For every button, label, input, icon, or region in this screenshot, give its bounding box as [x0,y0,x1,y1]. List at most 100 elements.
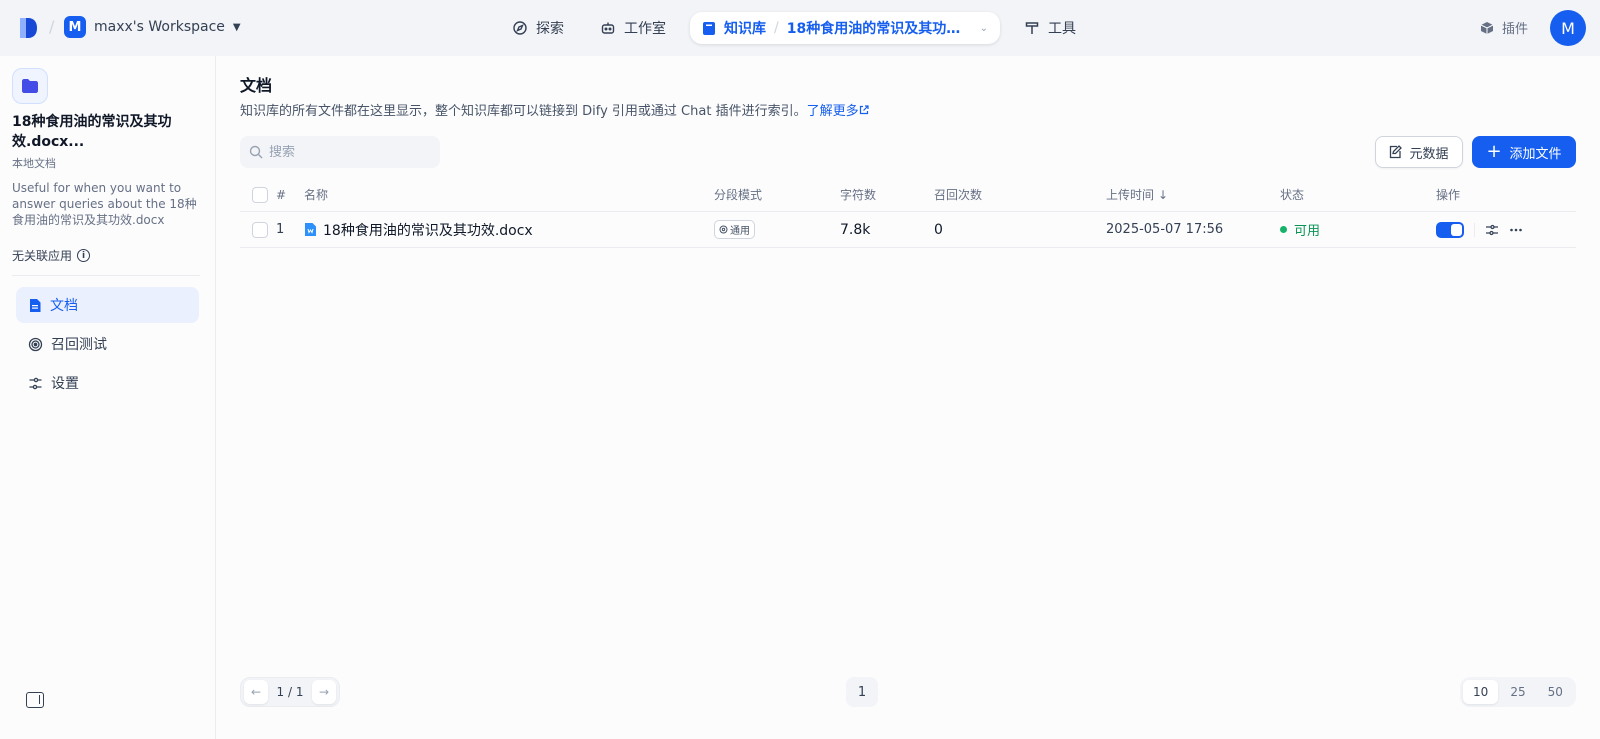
docx-file-icon [305,223,316,236]
target-icon [28,337,43,351]
header-hits: 召回次数 [934,188,983,202]
arrow-left-icon: ← [250,685,262,699]
nav-knowledge[interactable]: 知识库 / 18种食用油的常识及其功效.docx ⌄ [690,12,1000,44]
collapse-sidebar-icon[interactable] [26,692,44,708]
page-size-25[interactable]: 25 [1500,680,1535,704]
header-name: 名称 [304,188,329,202]
divider [1474,222,1475,237]
top-bar: / M maxx's Workspace ▼ 探索 工作室 知识库 / 18种食… [0,0,1600,56]
sidebar-item-documents[interactable]: 文档 [16,287,199,323]
chevron-down-icon: ▼ [232,21,241,33]
row-checkbox-cell [252,212,268,247]
select-all-checkbox[interactable] [252,186,268,203]
workspace-name: maxx's Workspace [94,19,225,35]
row-name-cell[interactable]: 18种食用油的常识及其功效.docx [304,212,533,247]
learn-more-label: 了解更多 [806,104,859,119]
search-input[interactable] [269,144,429,160]
page-description-text: 知识库的所有文件都在这里显示，整个知识库都可以链接到 Dify 引用或通过 Ch… [240,104,807,119]
nav-explore[interactable]: 探索 [512,12,564,44]
workspace-switcher[interactable]: M maxx's Workspace ▼ [64,16,241,38]
plugins-button[interactable]: 插件 [1480,18,1528,37]
metadata-button[interactable]: 元数据 [1375,136,1463,168]
nav-tools-label: 工具 [1048,21,1076,37]
header-words: 字符数 [840,188,877,202]
row-num: 1 [276,222,285,237]
row-status: 可用 [1280,212,1320,247]
sidebar-item-label: 文档 [50,298,78,314]
add-file-button-label: 添加文件 [1509,146,1562,162]
dify-logo-icon[interactable] [18,17,38,39]
segment-mode-label: 通用 [730,226,750,237]
header-uploaded-label: 上传时间 [1106,188,1155,202]
sidebar: 18种食用油的常识及其功效.docx... 本地文档 Useful for wh… [0,56,216,739]
external-link-icon [859,105,869,115]
table-row[interactable]: 1 18种食用油的常识及其功效.docx 通用 7.8k 0 2025-05-0… [240,212,1576,248]
status-dot-icon [1280,226,1287,233]
row-mode-cell: 通用 [714,212,755,247]
row-words: 7.8k [840,221,871,238]
gear-icon [719,225,728,234]
documents-table: # 名称 分段模式 字符数 召回次数 上传时间 ↓ 状态 操作 1 18种食用油… [240,178,1576,248]
header-actions: 操作 [1436,188,1461,202]
select-all-checkbox-cell [252,178,268,211]
nav-separator: / [774,20,779,36]
cube-icon [1480,21,1494,34]
page-indicator: 1 / 1 [276,685,304,699]
row-uploaded: 2025-05-07 17:56 [1106,222,1224,237]
search-box[interactable] [240,136,440,168]
plugins-label: 插件 [1502,22,1529,37]
nav-explore-label: 探索 [536,21,564,37]
linked-apps-label: 无关联应用 [12,249,73,263]
plus-icon: + [1486,141,1502,162]
segment-mode-badge: 通用 [714,220,755,239]
row-checkbox[interactable] [252,221,268,238]
sidebar-item-recall-test[interactable]: 召回测试 [16,326,199,362]
dataset-type: 本地文档 [12,157,56,170]
row-hits: 0 [934,221,943,238]
nav-knowledge-label: 知识库 [724,21,766,37]
row-actions [1436,212,1523,247]
page-navigator: ← 1 / 1 → [240,677,340,707]
header-num: # [276,187,287,202]
status-label: 可用 [1294,224,1321,239]
edit-document-icon [1390,145,1403,159]
compass-icon [513,21,527,35]
dataset-description: Useful for when you want to answer queri… [12,181,197,227]
nav-tools[interactable]: 工具 [1024,12,1076,44]
prev-page-button[interactable]: ← [244,680,268,704]
current-dataset-name[interactable]: 18种食用油的常识及其功效.docx [787,18,963,38]
metadata-button-label: 元数据 [1409,146,1449,162]
learn-more-link[interactable]: 了解更多 [807,104,869,119]
next-page-button[interactable]: → [311,680,336,704]
page-title: 文档 [240,76,273,95]
sort-arrow-icon: ↓ [1158,187,1169,202]
page-size-50[interactable]: 50 [1538,680,1573,704]
nav-studio[interactable]: 工作室 [600,12,666,44]
user-avatar[interactable]: M [1550,10,1586,46]
chevron-down-icon[interactable]: ⌄ [980,23,988,34]
page-number-button[interactable]: 1 [846,677,878,707]
more-options-icon[interactable] [1509,223,1523,237]
breadcrumb-separator: / [49,17,55,36]
arrow-right-icon: → [318,685,330,699]
header-uploaded[interactable]: 上传时间 ↓ [1106,178,1168,211]
dataset-title: 18种食用油的常识及其功效.docx... [12,114,172,150]
page-size-selector: 10 25 50 [1460,677,1576,707]
add-file-button[interactable]: + 添加文件 [1472,136,1576,168]
robot-icon [601,22,615,34]
page-size-10[interactable]: 10 [1463,680,1499,704]
sidebar-item-settings[interactable]: 设置 [16,365,199,401]
settings-icon [29,377,42,389]
folder-icon [12,68,48,104]
info-icon[interactable]: i [77,249,91,262]
row-settings-icon[interactable] [1485,223,1499,237]
search-icon [249,145,263,159]
table-header: # 名称 分段模式 字符数 召回次数 上传时间 ↓ 状态 操作 [240,178,1576,212]
main-content: 文档 知识库的所有文件都在这里显示，整个知识库都可以链接到 Dify 引用或通过… [216,56,1600,739]
document-name: 18种食用油的常识及其功效.docx [323,222,533,239]
header-status: 状态 [1280,188,1305,202]
enable-toggle[interactable] [1436,221,1464,238]
page-description: 知识库的所有文件都在这里显示，整个知识库都可以链接到 Dify 引用或通过 Ch… [240,100,869,119]
document-icon [30,298,41,312]
hammer-icon [1025,22,1039,34]
